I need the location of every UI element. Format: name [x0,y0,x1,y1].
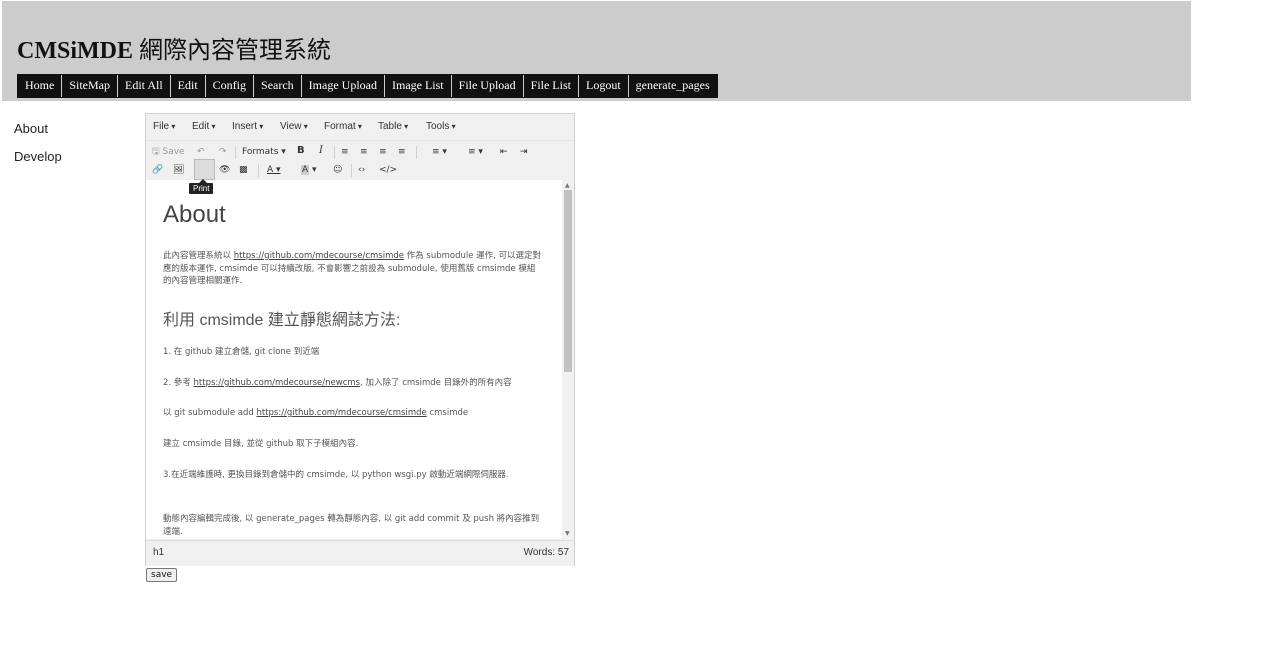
save-button[interactable]: save [146,568,178,582]
toolbar-divider [351,164,352,177]
content-heading-about: About [163,201,226,228]
toolbar-divider [258,164,259,177]
newcms-link[interactable]: https://github.com/mdecourse/newcms [194,378,361,388]
content-paragraph: 2. 參考 https://github.com/mdecourse/newcm… [163,378,512,388]
background-color-icon[interactable]: A ▾ [301,164,317,176]
link-icon[interactable]: 🔗 [152,164,163,176]
menu-view[interactable]: View [280,121,308,132]
nav-edit[interactable]: Edit [171,75,206,97]
text-color-icon[interactable]: A ▾ [267,164,281,176]
toolbar-divider [235,146,236,159]
element-path[interactable]: h1 [153,547,164,558]
nav-config[interactable]: Config [206,75,255,97]
nav-search[interactable]: Search [254,75,302,97]
content-paragraph: 1. 在 github 建立倉儲, git clone 到近端 [163,347,320,357]
content-paragraph: 3.在近端維護時, 更換目錄到倉儲中的 cmsimde, 以 python ws… [163,470,509,480]
menu-table[interactable]: Table [378,121,408,132]
media-icon[interactable]: ▩ [239,164,248,176]
align-left-icon[interactable]: ≡ [341,146,349,158]
toolbar-save-label: Save [162,147,185,157]
content-paragraph: 建立 cmsimde 目錄, 並從 github 取下子模組內容. [163,439,359,449]
scrollbar-thumb[interactable] [564,190,572,372]
bullet-list-icon[interactable]: ≡ ▾ [432,146,447,158]
numbered-list-icon[interactable]: ≡ ▾ [468,146,483,158]
redo-icon[interactable]: ↷ [219,146,227,158]
outdent-icon[interactable]: ⇤ [500,146,508,158]
nav-image-list[interactable]: Image List [385,75,452,97]
nav-home[interactable]: Home [18,75,63,97]
menu-file[interactable]: File [153,121,175,132]
image-icon[interactable]: 🖼 [173,164,184,176]
site-title: CMSiMDE 網際內容管理系統 [17,38,331,64]
menu-insert[interactable]: Insert [232,121,263,132]
preview-icon[interactable]: 👁 [219,164,230,176]
nav-file-list[interactable]: File List [524,75,579,97]
nav-edit-all[interactable]: Edit All [118,75,171,97]
code-sample-icon[interactable]: ‹› [358,164,365,176]
nav-sitemap[interactable]: SiteMap [62,75,118,97]
align-center-icon[interactable]: ≡ [360,146,368,158]
rich-text-editor: File Edit Insert View Format Table Tools… [145,113,575,566]
toolbar-divider [334,146,335,159]
indent-icon[interactable]: ⇥ [520,146,528,158]
save-icon[interactable]: 🖫 Save [152,146,185,158]
nav-file-upload[interactable]: File Upload [452,75,524,97]
scroll-down-icon[interactable]: ▼ [565,530,570,537]
nav-image-upload[interactable]: Image Upload [302,75,385,97]
menu-format[interactable]: Format [324,121,362,132]
content-heading-method: 利用 cmsimde 建立靜態網誌方法: [163,312,401,329]
nav-logout[interactable]: Logout [579,75,629,97]
content-paragraph: 動態內容編輯完成後, 以 generate_pages 轉為靜態內容, 以 gi… [163,514,540,537]
emoticon-icon[interactable]: ☺ [333,164,342,176]
menu-tools[interactable]: Tools [426,121,456,132]
print-button-hover [194,159,215,180]
sidebar-item-develop[interactable]: Develop [14,149,62,177]
cmsimde-link[interactable]: https://github.com/mdecourse/cmsimde [234,251,404,261]
editor-statusbar: h1 Words: 57 [146,540,574,566]
formats-dropdown[interactable]: Formats ▾ [242,146,286,158]
main-nav: Home SiteMap Edit All Edit Config Search… [17,74,718,98]
editor-scrollbar[interactable]: ▲ ▼ [562,180,574,539]
undo-icon[interactable]: ↶ [197,146,205,158]
bold-button[interactable]: B [297,145,305,157]
align-right-icon[interactable]: ≡ [379,146,387,158]
print-tooltip: Print [189,179,214,194]
scroll-up-icon[interactable]: ▲ [565,182,570,189]
editor-content-area[interactable]: About 此內容管理系統以 https://github.com/mdecou… [146,180,562,539]
source-code-icon[interactable]: </> [379,164,397,176]
site-header: CMSiMDE 網際內容管理系統 Home SiteMap Edit All E… [2,1,1191,101]
sidebar: About Develop [14,121,62,177]
content-paragraph: 以 git submodule add https://github.com/m… [163,408,469,418]
sidebar-item-about[interactable]: About [14,121,62,149]
nav-generate-pages[interactable]: generate_pages [629,75,717,97]
menu-edit[interactable]: Edit [192,121,215,132]
editor-menubar: File Edit Insert View Format Table Tools [146,114,574,141]
word-count: Words: 57 [523,547,569,558]
italic-button[interactable]: I [319,145,323,157]
toolbar-divider [416,146,417,159]
cmsimde-link[interactable]: https://github.com/mdecourse/cmsimde [256,408,426,418]
align-justify-icon[interactable]: ≡ [398,146,406,158]
content-paragraph: 此內容管理系統以 https://github.com/mdecourse/cm… [163,251,542,286]
